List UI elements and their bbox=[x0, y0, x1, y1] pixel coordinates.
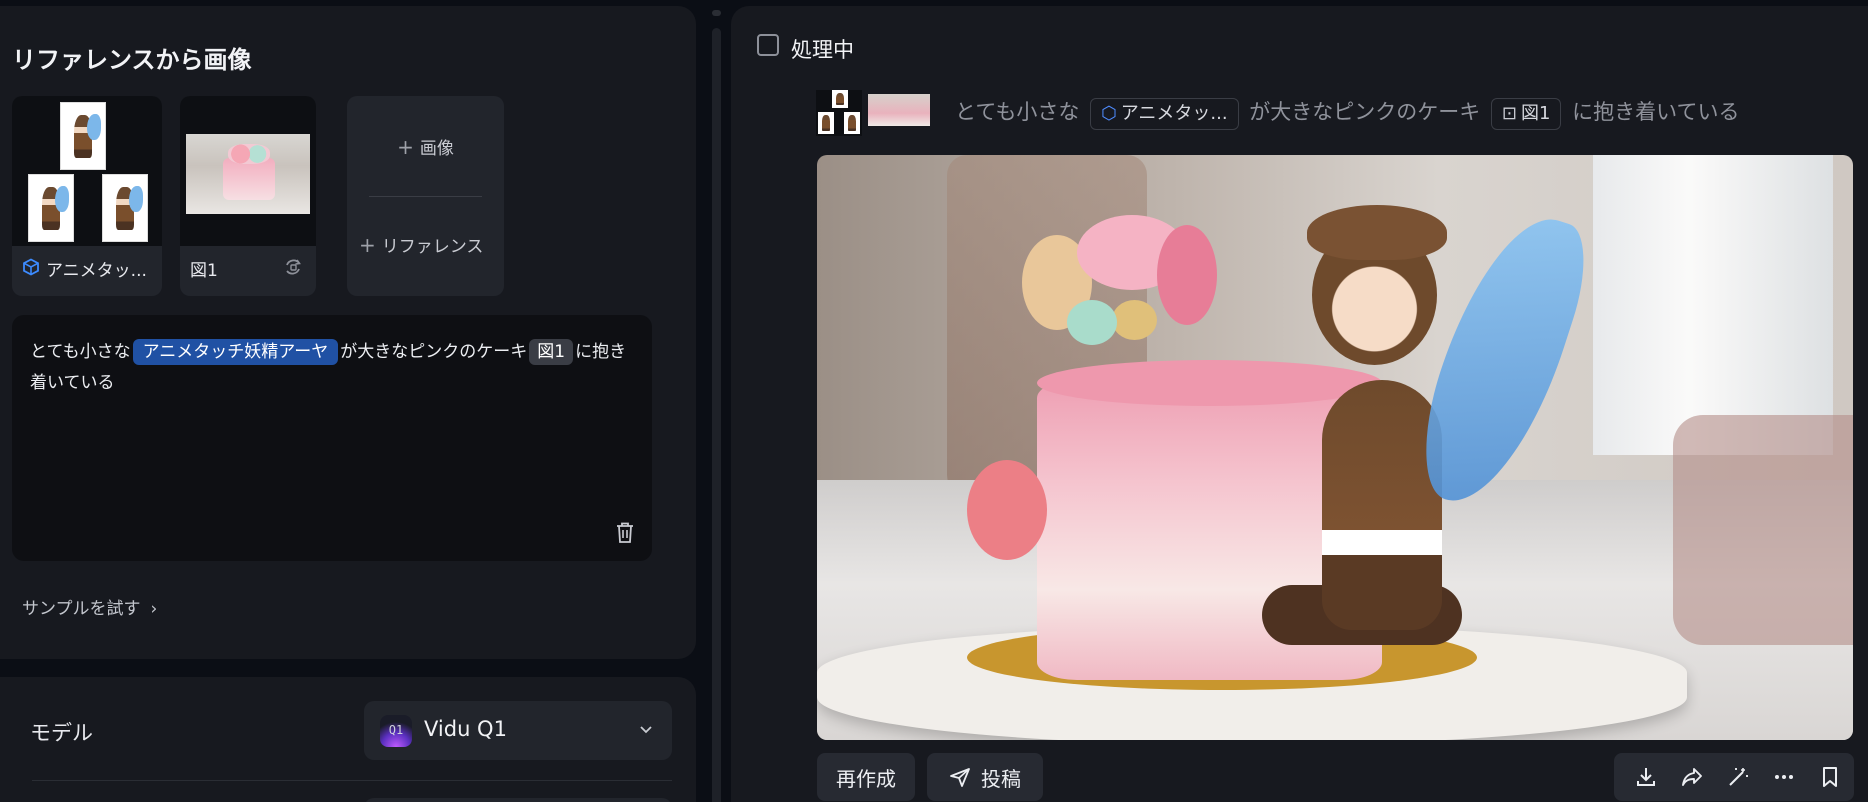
send-icon bbox=[950, 768, 970, 787]
reference-panel: リファレンスから画像 アニメタッ... 図1 + 画像 + リファレンス とても… bbox=[0, 6, 696, 659]
generated-image[interactable] bbox=[817, 155, 1853, 740]
reference-panel-title: リファレンスから画像 bbox=[12, 46, 252, 74]
select-checkbox[interactable] bbox=[757, 34, 779, 56]
image-icon: ⊡ bbox=[1501, 103, 1518, 124]
figure-chip[interactable]: ⊡ 図1 bbox=[1490, 98, 1562, 130]
divider bbox=[369, 196, 482, 197]
chevron-down-icon bbox=[640, 726, 652, 734]
recreate-button[interactable]: 再作成 bbox=[817, 753, 915, 801]
reference-card-figure1[interactable]: 図1 bbox=[180, 96, 316, 296]
reference-card-label: 図1 bbox=[190, 261, 218, 281]
character-chip[interactable]: ⬡ アニメタッ... bbox=[1090, 98, 1239, 130]
plus-icon: + bbox=[359, 233, 376, 257]
add-reference-card: + 画像 + リファレンス bbox=[347, 96, 504, 296]
model-label: モデル bbox=[30, 721, 93, 745]
add-image-button[interactable]: + 画像 bbox=[359, 134, 492, 159]
splitter-handle[interactable] bbox=[712, 10, 721, 16]
try-sample-link[interactable]: サンプルを試す › bbox=[22, 594, 157, 619]
plus-icon: + bbox=[397, 135, 414, 159]
magic-wand-icon[interactable] bbox=[1726, 765, 1750, 789]
more-icon[interactable] bbox=[1772, 765, 1796, 789]
figure-chip[interactable]: 図1 bbox=[529, 339, 574, 365]
reference-thumbnails bbox=[816, 90, 934, 136]
bookmark-icon[interactable] bbox=[1818, 765, 1842, 789]
swap-icon[interactable] bbox=[282, 256, 304, 278]
model-select[interactable]: Q1 Vidu Q1 bbox=[364, 701, 672, 760]
trash-icon[interactable] bbox=[614, 521, 636, 545]
panel-splitter[interactable] bbox=[712, 28, 721, 802]
share-icon[interactable] bbox=[1680, 765, 1704, 789]
chevron-right-icon: › bbox=[150, 599, 158, 619]
cube-icon: ⬡ bbox=[1101, 103, 1117, 124]
divider bbox=[32, 780, 672, 781]
vidu-logo-icon: Q1 bbox=[380, 715, 412, 747]
character-chip[interactable]: アニメタッチ妖精アーヤ bbox=[132, 339, 339, 365]
cube-icon bbox=[23, 258, 39, 276]
image-toolbar bbox=[1614, 753, 1854, 801]
status-label: 処理中 bbox=[791, 38, 854, 62]
cake-thumbnail bbox=[180, 96, 316, 246]
anime-fairy-thumbnail bbox=[12, 96, 162, 246]
result-prompt: とても小さな ⬡ アニメタッ... が大きなピンクのケーキ ⊡ 図1 に抱き着いてい… bbox=[955, 96, 1740, 130]
model-value: Vidu Q1 bbox=[424, 717, 507, 741]
download-icon[interactable] bbox=[1634, 765, 1658, 789]
add-reference-button[interactable]: + リファレンス bbox=[359, 232, 492, 257]
result-panel: 処理中 とても小さな ⬡ アニメタッ... が大きなピンクのケーキ ⊡ 図1 に抱き… bbox=[731, 6, 1868, 802]
next-select[interactable] bbox=[364, 798, 672, 802]
reference-card-anime[interactable]: アニメタッ... bbox=[12, 96, 162, 296]
prompt-input[interactable]: とても小さな アニメタッチ妖精アーヤ が大きなピンクのケーキ 図1 に抱き着いている bbox=[12, 315, 652, 561]
prompt-text[interactable]: とても小さな アニメタッチ妖精アーヤ が大きなピンクのケーキ 図1 に抱き着いている bbox=[30, 337, 634, 399]
post-button[interactable]: 投稿 bbox=[927, 753, 1043, 801]
reference-card-label: アニメタッ... bbox=[46, 261, 147, 281]
